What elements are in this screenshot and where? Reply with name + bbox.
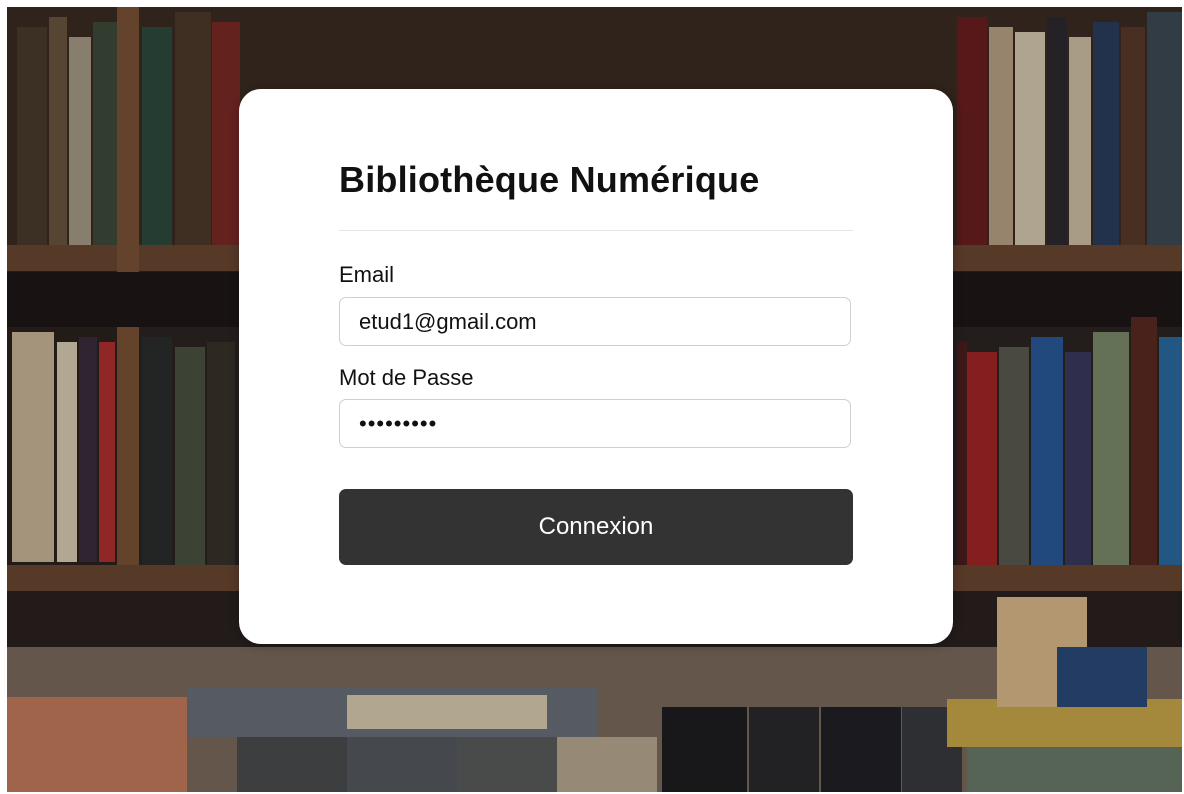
password-label: Mot de Passe	[339, 365, 474, 390]
email-field[interactable]	[339, 297, 851, 346]
password-field[interactable]	[339, 399, 851, 448]
login-button[interactable]: Connexion	[339, 489, 853, 565]
title-divider	[339, 230, 853, 231]
page-viewport: Bibliothèque Numérique Email Mot de Pass…	[7, 7, 1182, 792]
page-title: Bibliothèque Numérique	[339, 159, 760, 200]
email-label: Email	[339, 262, 395, 287]
login-card: Bibliothèque Numérique Email Mot de Pass…	[239, 89, 953, 644]
